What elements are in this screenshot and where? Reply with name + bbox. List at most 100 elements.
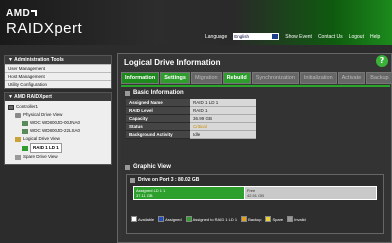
tab-backup[interactable]: Backup xyxy=(366,72,392,84)
collapse-icon xyxy=(125,90,130,96)
legend-item: Assigned to RAID 1 LD 1 xyxy=(185,216,238,222)
status-value: Critical xyxy=(190,122,256,131)
amd-arrow-icon xyxy=(31,10,38,16)
legend-item: Backup xyxy=(241,216,261,222)
language-value: English xyxy=(234,34,250,39)
tree-raid-1-ld-1[interactable]: RAID 1 LD 1 xyxy=(5,143,111,153)
tab-settings[interactable]: Settings xyxy=(160,72,190,84)
row-value: Idle xyxy=(190,130,256,139)
tab-activate[interactable]: Activate xyxy=(337,72,366,84)
legend-swatch xyxy=(241,216,248,222)
raidxpert-header[interactable]: ▼ AMD RAIDXpert xyxy=(5,93,111,101)
legend-item: Assigned xyxy=(158,216,182,222)
brand-logo: AMD RAIDXpert xyxy=(6,8,83,37)
tab-bar: Information Settings Migration Rebuild S… xyxy=(121,72,392,84)
sidebar: ▼ Administration Tools User Management H… xyxy=(4,55,112,243)
tab-migration[interactable]: Migration xyxy=(190,72,222,84)
row-key: Status xyxy=(126,122,190,131)
row-key: Assigned Name xyxy=(126,99,190,107)
legend-label: Spare xyxy=(272,216,284,222)
admin-tools-header[interactable]: ▼ Administration Tools xyxy=(5,56,111,64)
contact-us-link[interactable]: Contact Us xyxy=(318,34,343,40)
basic-info-table: Assigned Name RAID 1 LD 1 RAID Level RAID … xyxy=(126,99,256,139)
main-panel: Logical Drive Information ? Information … xyxy=(117,53,392,243)
logical-drive-icon xyxy=(15,136,21,142)
drive-label: Drive on Port 3 : 80.02 GB xyxy=(138,177,200,183)
disk-icon xyxy=(22,128,28,134)
tree-spare-label: Spare Drive View xyxy=(23,154,58,159)
sidebar-item-utility-configuration[interactable]: Utility Configuration xyxy=(5,80,111,88)
drive-header: Drive on Port 3 : 80.02 GB xyxy=(127,175,383,185)
tab-synchronization[interactable]: Synchronization xyxy=(251,72,299,84)
legend-label: Assigned xyxy=(165,216,182,222)
tree-controller-label: Controller1 xyxy=(16,104,39,109)
legend: Available Assigned Assigned to RAID 1 LD… xyxy=(131,216,306,222)
legend-item: Available xyxy=(131,216,154,222)
tree-disk-1[interactable]: WDC WD800JD-00JNA0 xyxy=(5,119,111,127)
drive-capacity-bar: Assigned LD 1 1 37.11 GB Free 42.91 GB xyxy=(133,186,377,200)
free-segment[interactable]: Free 42.91 GB xyxy=(245,186,377,200)
legend-label: Available xyxy=(138,216,155,222)
spare-drive-icon xyxy=(15,154,21,160)
help-icon[interactable]: ? xyxy=(376,55,388,67)
table-row: Capacity 36.99 GB xyxy=(126,114,256,123)
tree-controller[interactable]: Controller1 xyxy=(5,103,111,111)
controller-icon xyxy=(8,104,14,110)
tree-physical-drive-view[interactable]: Physical Drive View xyxy=(5,111,111,119)
sidebar-item-user-management[interactable]: User Management xyxy=(5,64,111,72)
tree-disk-2[interactable]: WDC WD800JD-22LSA0 xyxy=(5,127,111,135)
physical-drive-icon xyxy=(15,112,21,118)
legend-item: Spare xyxy=(265,216,283,222)
table-row: RAID Level RAID 1 xyxy=(126,106,256,115)
show-event-link[interactable]: Show Event xyxy=(285,34,312,40)
basic-info-header[interactable]: Basic Information xyxy=(121,87,390,99)
language-label: Language xyxy=(205,33,228,40)
collapse-icon xyxy=(125,164,130,170)
raidxpert-title: AMD RAIDXpert xyxy=(14,94,52,100)
page-title: Logical Drive Information xyxy=(124,58,221,67)
legend-item: Invalid xyxy=(287,216,306,222)
tree-disk-1-label: WDC WD800JD-00JNA0 xyxy=(30,120,81,125)
app-header: AMD RAIDXpert Language English Show Even… xyxy=(0,0,392,45)
help-link[interactable]: Help xyxy=(370,34,380,40)
graphic-view: Drive on Port 3 : 80.02 GB Assigned LD 1… xyxy=(126,174,384,234)
row-value: RAID 1 LD 1 xyxy=(190,99,256,107)
row-key: Background Activity xyxy=(126,130,190,139)
tree-raid-label: RAID 1 LD 1 xyxy=(30,143,62,153)
legend-swatch xyxy=(287,216,294,222)
raidxpert-panel: ▼ AMD RAIDXpert Controller1 Physical Dri… xyxy=(4,92,112,165)
tree-disk-2-label: WDC WD800JD-22LSA0 xyxy=(30,128,81,133)
tree-logical-drive-view[interactable]: Logical Drive View xyxy=(5,135,111,143)
tab-rebuild[interactable]: Rebuild xyxy=(222,72,251,84)
legend-swatch xyxy=(131,216,137,222)
amd-wordmark: AMD xyxy=(6,8,31,19)
logout-link[interactable]: Logout xyxy=(349,34,364,40)
free-segment-size: 42.91 GB xyxy=(247,193,264,198)
assigned-segment[interactable]: Assigned LD 1 1 37.11 GB xyxy=(133,186,245,200)
legend-label: Invalid xyxy=(294,216,306,222)
disk-icon xyxy=(22,120,28,126)
row-value: 36.99 GB xyxy=(190,114,256,123)
legend-swatch xyxy=(158,216,165,222)
graphic-view-header[interactable]: Graphic View xyxy=(121,161,175,173)
tree-spare-drive-view[interactable]: Spare Drive View xyxy=(5,153,111,161)
assigned-segment-size: 37.11 GB xyxy=(136,193,153,198)
tree-logical-label: Logical Drive View xyxy=(23,136,60,141)
admin-tools-panel: ▼ Administration Tools User Management H… xyxy=(4,55,112,89)
legend-swatch xyxy=(185,216,192,222)
legend-label: Assigned to RAID 1 LD 1 xyxy=(192,216,238,222)
tab-initialization[interactable]: Initialization xyxy=(299,72,337,84)
product-name: RAIDXpert xyxy=(6,20,83,37)
tab-information[interactable]: Information xyxy=(121,72,160,84)
sidebar-item-host-management[interactable]: Host Management xyxy=(5,72,111,80)
chevron-down-icon xyxy=(272,34,279,39)
device-tree: Controller1 Physical Drive View WDC WD80… xyxy=(5,101,111,164)
row-key: RAID Level xyxy=(126,106,190,115)
drive-toggle-icon xyxy=(130,177,135,183)
row-value: RAID 1 xyxy=(190,106,256,115)
row-key: Capacity xyxy=(126,114,190,123)
table-row: Assigned Name RAID 1 LD 1 xyxy=(126,99,256,107)
table-row: Background Activity Idle xyxy=(126,130,256,139)
topbar: Language English Show Event Contact Us L… xyxy=(205,33,380,40)
language-select[interactable]: English xyxy=(233,33,280,40)
